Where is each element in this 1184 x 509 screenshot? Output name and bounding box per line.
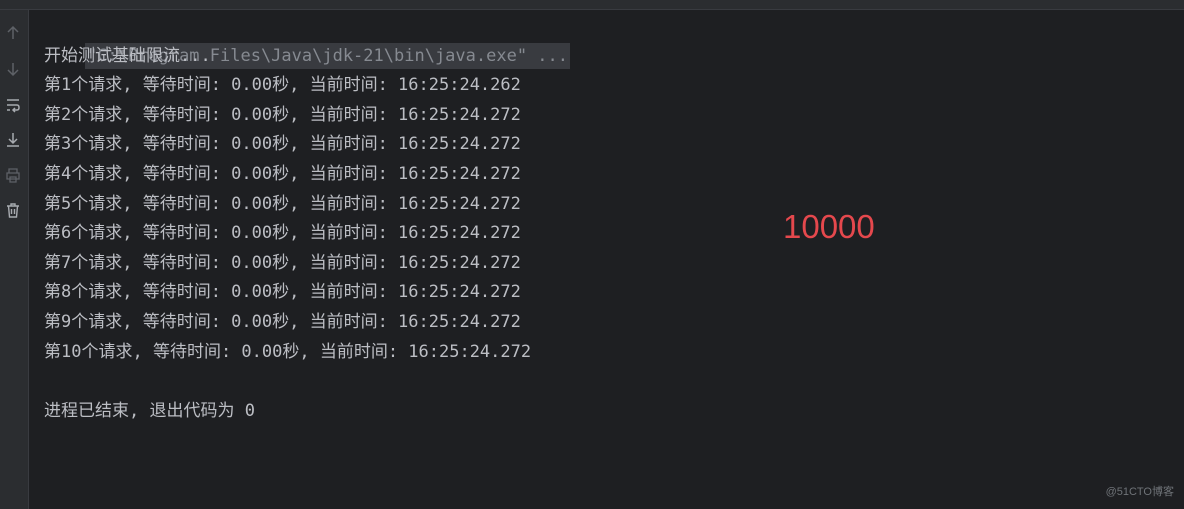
console-toolbar bbox=[0, 10, 29, 509]
console-line: 第2个请求, 等待时间: 0.00秒, 当前时间: 16:25:24.272 bbox=[44, 104, 521, 125]
console-line: 第5个请求, 等待时间: 0.00秒, 当前时间: 16:25:24.272 bbox=[44, 193, 521, 214]
console-line: 第1个请求, 等待时间: 0.00秒, 当前时间: 16:25:24.262 bbox=[44, 75, 521, 96]
tool-window-header bbox=[0, 0, 1184, 10]
console-line: 第6个请求, 等待时间: 0.00秒, 当前时间: 16:25:24.272 bbox=[44, 223, 521, 244]
console-output[interactable]: "C:\Program Files\Java\jdk-21\bin\java.e… bbox=[44, 12, 1144, 426]
scroll-to-end-icon[interactable] bbox=[4, 131, 22, 149]
console-line: 第3个请求, 等待时间: 0.00秒, 当前时间: 16:25:24.272 bbox=[44, 134, 521, 155]
console-command-line: "C:\Program Files\Java\jdk-21\bin\java.e… bbox=[44, 12, 1144, 69]
console-line: 第8个请求, 等待时间: 0.00秒, 当前时间: 16:25:24.272 bbox=[44, 282, 521, 303]
console-line: 开始测试基础限流... bbox=[44, 45, 211, 66]
console-line: 第10个请求, 等待时间: 0.00秒, 当前时间: 16:25:24.272 bbox=[44, 341, 532, 362]
arrow-down-icon[interactable] bbox=[4, 60, 22, 78]
soft-wrap-icon[interactable] bbox=[4, 96, 22, 114]
arrow-up-icon[interactable] bbox=[4, 24, 22, 42]
watermark: @51CTO博客 bbox=[1105, 486, 1174, 498]
console-line: 第4个请求, 等待时间: 0.00秒, 当前时间: 16:25:24.272 bbox=[44, 163, 521, 184]
print-icon[interactable] bbox=[4, 166, 22, 184]
console-line: 第7个请求, 等待时间: 0.00秒, 当前时间: 16:25:24.272 bbox=[44, 252, 521, 273]
console-line: 第9个请求, 等待时间: 0.00秒, 当前时间: 16:25:24.272 bbox=[44, 311, 521, 332]
trash-icon[interactable] bbox=[4, 201, 22, 219]
process-exit-line: 进程已结束, 退出代码为 0 bbox=[44, 400, 255, 421]
annotation-text: 10000 bbox=[783, 208, 875, 245]
